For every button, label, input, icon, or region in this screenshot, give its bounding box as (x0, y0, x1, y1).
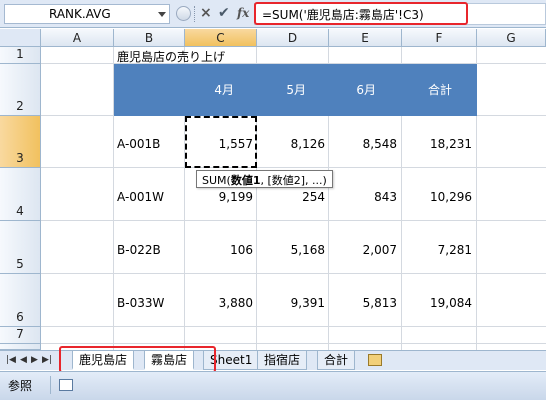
row-number: 6 (16, 310, 24, 324)
tooltip-fn: SUM( (202, 174, 231, 187)
tooltip-rest: , [数値2], ...) (260, 174, 327, 187)
cell-total[interactable]: 10,296 (402, 190, 472, 204)
row-number: 3 (16, 151, 24, 165)
cell-may[interactable]: 8,126 (255, 137, 325, 151)
cell-may[interactable]: 5,168 (255, 243, 325, 257)
cell-code[interactable]: A-001B (117, 137, 160, 151)
row-number: 7 (16, 327, 24, 341)
cell-apr[interactable]: 3,880 (183, 296, 253, 310)
tab-total[interactable]: 合計 (317, 351, 356, 370)
formula-text[interactable]: =SUM('鹿児島店:霧島店'!C3) (262, 6, 424, 23)
header-may: 5月 (286, 83, 306, 97)
status-bar: 参照 (0, 371, 546, 400)
header-jun: 6月 (356, 83, 376, 97)
column-header-e[interactable]: E (329, 29, 402, 47)
name-box[interactable]: RANK.AVG (4, 4, 170, 24)
row-number: 4 (16, 204, 24, 218)
row-header-2[interactable]: 2 (0, 64, 41, 116)
header-total: 合計 (427, 83, 452, 97)
next-sheet-icon[interactable]: ▶ (31, 355, 38, 365)
first-sheet-icon[interactable]: |◀ (6, 355, 16, 365)
function-tooltip: SUM(数値1, [数値2], ...) (196, 170, 333, 188)
header-apr: 4月 (214, 83, 234, 97)
cell-jun[interactable]: 2,007 (327, 243, 397, 257)
row-header-5[interactable]: 5 (0, 221, 41, 274)
cell-code[interactable]: A-001W (117, 190, 164, 204)
resize-handle-icon[interactable] (176, 6, 191, 21)
cell-jun[interactable]: 5,813 (327, 296, 397, 310)
cell-total[interactable]: 19,084 (402, 296, 472, 310)
row-number: 1 (16, 47, 24, 61)
cell-apr[interactable]: 9,199 (183, 190, 253, 204)
formula-bar-divider (194, 6, 197, 22)
insert-sheet-icon[interactable] (368, 354, 382, 366)
tabs-highlight-box (59, 346, 216, 373)
row-header-4[interactable]: 4 (0, 168, 41, 221)
cell-may[interactable]: 254 (255, 190, 325, 204)
row-number: 5 (16, 257, 24, 271)
cancel-icon[interactable]: × (200, 5, 212, 21)
column-header-f[interactable]: F (402, 29, 477, 47)
status-divider (50, 376, 51, 394)
tab-ibusuki[interactable]: 指宿店 (257, 351, 308, 370)
cell-jun[interactable]: 8,548 (327, 137, 397, 151)
row-header-3[interactable]: 3 (0, 116, 41, 168)
insert-function-icon[interactable]: fx (237, 6, 249, 20)
formula-bar: RANK.AVG × ✔ fx =SUM('鹿児島店:霧島店'!C3) (0, 0, 546, 28)
cell-code[interactable]: B-033W (117, 296, 164, 310)
column-header-a[interactable]: A (41, 29, 114, 47)
cell-apr[interactable]: 106 (183, 243, 253, 257)
prev-sheet-icon[interactable]: ◀ (20, 355, 27, 365)
macro-record-icon[interactable] (59, 379, 73, 391)
last-sheet-icon[interactable]: ▶| (42, 355, 52, 365)
column-header-d[interactable]: D (257, 29, 329, 47)
cell-code[interactable]: B-022B (117, 243, 161, 257)
active-cell-marquee (185, 116, 257, 168)
row-header-7[interactable]: 7 (0, 327, 41, 344)
row-header-1[interactable]: 1 (0, 47, 41, 64)
column-header-g[interactable]: G (477, 29, 546, 47)
cell-may[interactable]: 9,391 (255, 296, 325, 310)
row-header-6[interactable]: 6 (0, 274, 41, 327)
name-box-text: RANK.AVG (49, 7, 111, 21)
cell-total[interactable]: 18,231 (402, 137, 472, 151)
row-number: 2 (16, 99, 24, 113)
sheet-title[interactable]: 鹿児島店の売り上げ (117, 48, 225, 65)
column-header-b[interactable]: B (114, 29, 185, 47)
chevron-down-icon[interactable] (158, 12, 166, 17)
cell-jun[interactable]: 843 (327, 190, 397, 204)
tooltip-current-arg[interactable]: 数値1 (231, 174, 261, 187)
enter-icon[interactable]: ✔ (218, 5, 230, 21)
column-header-c[interactable]: C (185, 29, 257, 47)
status-mode: 参照 (8, 379, 33, 393)
cell-total[interactable]: 7,281 (402, 243, 472, 257)
select-all-corner[interactable] (0, 29, 41, 47)
